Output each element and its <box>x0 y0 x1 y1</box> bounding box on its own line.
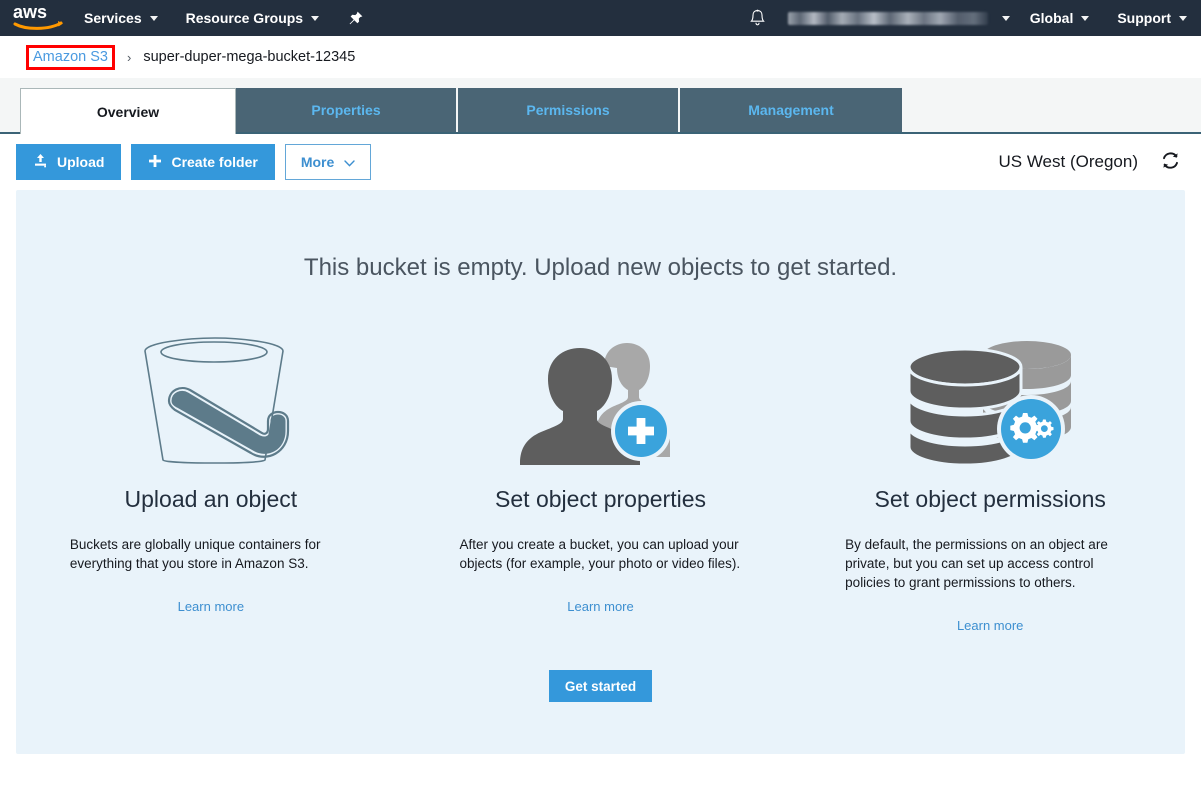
upload-icon <box>33 153 48 171</box>
region-label: US West (Oregon) <box>998 152 1138 172</box>
empty-bucket-panel: This bucket is empty. Upload new objects… <box>16 190 1185 754</box>
chevron-down-icon <box>150 16 158 21</box>
feature-properties-title: Set object properties <box>495 486 706 513</box>
nav-resource-groups-label: Resource Groups <box>186 10 303 26</box>
create-folder-button[interactable]: Create folder <box>131 144 274 180</box>
more-button-label: More <box>301 154 334 170</box>
nav-region-global-label: Global <box>1030 10 1074 26</box>
nav-region-global[interactable]: Global <box>1016 0 1104 36</box>
pushpin-icon[interactable] <box>347 10 364 27</box>
nav-resource-groups[interactable]: Resource Groups <box>172 0 333 36</box>
upload-button[interactable]: Upload <box>16 144 121 180</box>
upload-button-label: Upload <box>57 154 104 170</box>
nav-services-label: Services <box>84 10 142 26</box>
toolbar-right-group: US West (Oregon) <box>998 150 1181 174</box>
bell-icon[interactable] <box>733 9 782 28</box>
breadcrumb-separator: › <box>127 50 131 65</box>
tab-permissions[interactable]: Permissions <box>458 88 680 132</box>
account-menu[interactable] <box>782 12 1016 25</box>
feature-permissions-title: Set object permissions <box>874 486 1105 513</box>
tab-management-label: Management <box>748 102 834 118</box>
nav-support-label: Support <box>1117 10 1171 26</box>
empty-state-headline: This bucket is empty. Upload new objects… <box>16 254 1185 282</box>
account-name-redacted <box>788 12 988 25</box>
create-folder-button-label: Create folder <box>171 154 257 170</box>
feature-upload-title: Upload an object <box>125 486 298 513</box>
refresh-icon <box>1160 150 1181 174</box>
breadcrumb-current-bucket: super-duper-mega-bucket-12345 <box>143 49 355 65</box>
learn-more-link-properties[interactable]: Learn more <box>567 599 633 614</box>
tab-management[interactable]: Management <box>680 88 902 132</box>
feature-properties-description: After you create a bucket, you can uploa… <box>460 535 742 573</box>
tab-permissions-label: Permissions <box>526 102 609 118</box>
aws-top-navbar: aws Services Resource Groups Global Sup <box>0 0 1201 36</box>
feature-upload-an-object: Upload an object Buckets are globally un… <box>16 326 406 633</box>
more-button[interactable]: More <box>285 144 371 180</box>
bucket-toolbar: Upload Create folder More US West (Orego… <box>0 134 1201 190</box>
get-started-row: Get started <box>16 670 1185 702</box>
database-settings-icon <box>905 326 1075 476</box>
tab-list: Overview Properties Permissions Manageme… <box>0 78 1201 132</box>
breadcrumb-root-link[interactable]: Amazon S3 <box>33 49 108 65</box>
tab-bar: Overview Properties Permissions Manageme… <box>0 78 1201 134</box>
chevron-down-icon <box>344 154 355 170</box>
get-started-button[interactable]: Get started <box>549 670 652 702</box>
tab-overview-label: Overview <box>97 104 159 120</box>
tab-properties-label: Properties <box>311 102 380 118</box>
feature-set-object-permissions: Set object permissions By default, the p… <box>795 326 1185 633</box>
tab-overview[interactable]: Overview <box>20 88 236 134</box>
learn-more-link-permissions[interactable]: Learn more <box>957 618 1023 633</box>
chevron-down-icon <box>1179 16 1187 21</box>
chevron-down-icon <box>311 16 319 21</box>
bucket-icon <box>125 326 297 476</box>
feature-upload-description: Buckets are globally unique containers f… <box>70 535 352 573</box>
nav-services[interactable]: Services <box>70 0 172 36</box>
users-add-icon <box>518 326 684 476</box>
chevron-down-icon <box>1002 16 1010 21</box>
chevron-down-icon <box>1081 16 1089 21</box>
plus-icon <box>148 154 162 171</box>
feature-permissions-description: By default, the permissions on an object… <box>845 535 1135 592</box>
feature-set-object-properties: Set object properties After you create a… <box>406 326 796 633</box>
nav-support[interactable]: Support <box>1103 0 1201 36</box>
breadcrumb: Amazon S3 › super-duper-mega-bucket-1234… <box>0 36 1201 78</box>
aws-logo[interactable]: aws <box>8 3 70 33</box>
tab-properties[interactable]: Properties <box>236 88 458 132</box>
learn-more-link-upload[interactable]: Learn more <box>178 599 244 614</box>
refresh-button[interactable] <box>1160 150 1181 174</box>
breadcrumb-root-highlight: Amazon S3 <box>26 45 115 70</box>
svg-text:aws: aws <box>13 3 47 22</box>
feature-columns: Upload an object Buckets are globally un… <box>16 326 1185 633</box>
